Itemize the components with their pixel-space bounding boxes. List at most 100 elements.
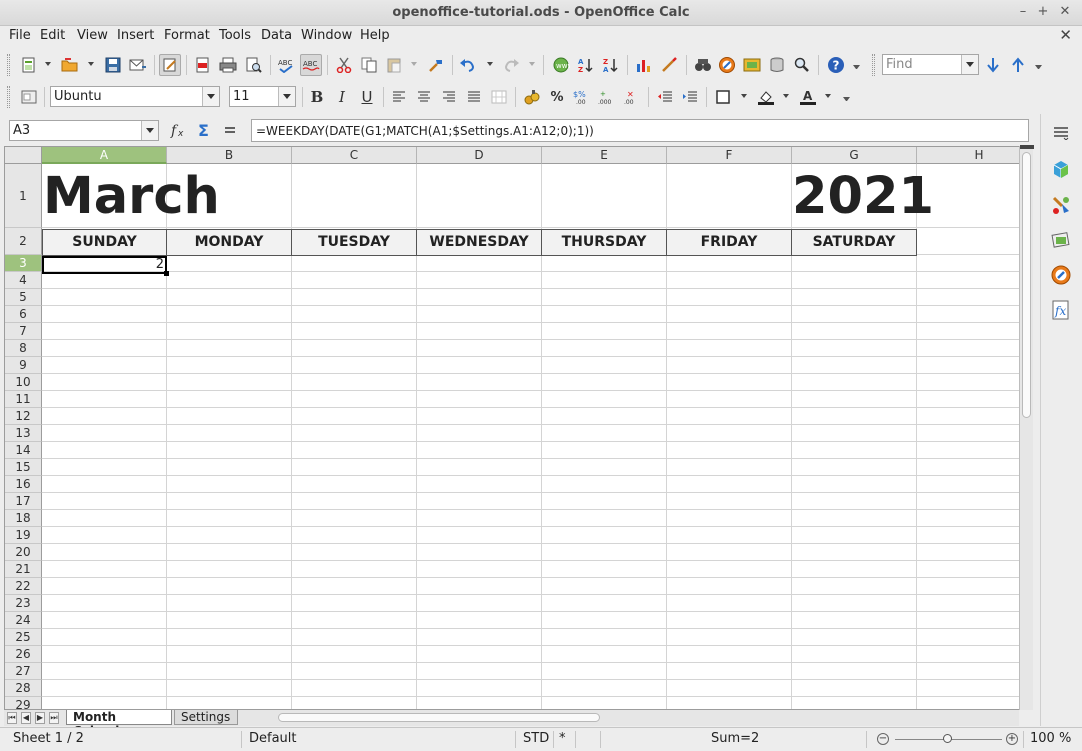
- background-color-dropdown-icon[interactable]: [783, 94, 789, 98]
- row-header-13[interactable]: 13: [5, 425, 42, 442]
- selection-mode[interactable]: STD: [523, 731, 549, 746]
- align-center-icon[interactable]: [413, 86, 435, 108]
- row-header-9[interactable]: 9: [5, 357, 42, 374]
- maximize-button[interactable]: +: [1035, 4, 1051, 20]
- row-header-20[interactable]: 20: [5, 544, 42, 561]
- standard-format-icon[interactable]: $% .00: [571, 86, 593, 108]
- row-header-18[interactable]: 18: [5, 510, 42, 527]
- font-size-dropdown-icon[interactable]: [278, 87, 295, 106]
- font-color-dropdown-icon[interactable]: [825, 94, 831, 98]
- row-header-19[interactable]: 19: [5, 527, 42, 544]
- row-header-25[interactable]: 25: [5, 629, 42, 646]
- weekday-header-sunday[interactable]: SUNDAY: [42, 229, 167, 256]
- email-icon[interactable]: [127, 54, 149, 76]
- underline-button[interactable]: U: [356, 86, 378, 108]
- vertical-scrollbar[interactable]: [1019, 145, 1034, 710]
- formatting-toolbar-overflow-icon[interactable]: [843, 97, 850, 105]
- row-header-3[interactable]: 3: [5, 255, 42, 272]
- row-header-5[interactable]: 5: [5, 289, 42, 306]
- sort-ascending-icon[interactable]: AZ: [575, 54, 597, 76]
- bold-button[interactable]: B: [306, 86, 328, 108]
- row-header-17[interactable]: 17: [5, 493, 42, 510]
- find-toolbar-grip[interactable]: [872, 54, 875, 76]
- row-header-28[interactable]: 28: [5, 680, 42, 697]
- menu-file[interactable]: File: [9, 28, 31, 43]
- sheet-tab-settings[interactable]: Settings: [174, 710, 238, 725]
- row-header-15[interactable]: 15: [5, 459, 42, 476]
- vertical-scroll-thumb[interactable]: [1022, 152, 1031, 418]
- toolbar-grip[interactable]: [7, 86, 10, 108]
- find-dropdown-button[interactable]: [961, 55, 978, 74]
- menu-view[interactable]: View: [77, 28, 108, 43]
- undo-icon[interactable]: [457, 54, 479, 76]
- font-name-dropdown-icon[interactable]: [202, 87, 219, 106]
- data-sources-icon[interactable]: [766, 54, 788, 76]
- font-name-combo[interactable]: Ubuntu: [50, 86, 220, 107]
- selected-cell-a3[interactable]: 2: [42, 256, 167, 274]
- menu-window[interactable]: Window: [301, 28, 352, 43]
- borders-icon[interactable]: [712, 86, 734, 108]
- toolbar-overflow-icon[interactable]: [853, 65, 860, 73]
- add-decimal-icon[interactable]: + .000: [596, 86, 618, 108]
- new-document-icon[interactable]: [18, 54, 40, 76]
- row-header-12[interactable]: 12: [5, 408, 42, 425]
- edit-file-icon[interactable]: [159, 54, 181, 76]
- hyperlink-icon[interactable]: www: [550, 54, 572, 76]
- decrease-indent-icon[interactable]: [654, 86, 676, 108]
- row-header-10[interactable]: 10: [5, 374, 42, 391]
- zoom-slider-knob[interactable]: [943, 734, 952, 743]
- row-header-26[interactable]: 26: [5, 646, 42, 663]
- previous-sheet-button[interactable]: ◀: [21, 712, 31, 724]
- formula-input[interactable]: =WEEKDAY(DATE(G1;MATCH(A1;$Settings.A1:A…: [251, 119, 1029, 142]
- spellcheck-icon[interactable]: ABC: [275, 54, 297, 76]
- column-header-e[interactable]: E: [542, 147, 667, 164]
- borders-dropdown-icon[interactable]: [741, 94, 747, 98]
- menu-tools[interactable]: Tools: [219, 28, 251, 43]
- row-header-21[interactable]: 21: [5, 561, 42, 578]
- column-header-a[interactable]: A: [42, 147, 167, 164]
- column-header-h[interactable]: H: [917, 147, 1019, 164]
- column-header-f[interactable]: F: [667, 147, 792, 164]
- undo-dropdown-icon[interactable]: [487, 62, 493, 66]
- page-style[interactable]: Default: [249, 731, 297, 746]
- autospellcheck-icon[interactable]: ABC: [300, 54, 322, 76]
- row-header-1[interactable]: 1: [5, 164, 42, 228]
- cut-icon[interactable]: [333, 54, 355, 76]
- find-previous-icon[interactable]: [1007, 54, 1029, 76]
- save-icon[interactable]: [102, 54, 124, 76]
- weekday-header-wednesday[interactable]: WEDNESDAY: [417, 229, 542, 256]
- align-left-icon[interactable]: [388, 86, 410, 108]
- minimize-button[interactable]: –: [1015, 4, 1031, 20]
- row-header-8[interactable]: 8: [5, 340, 42, 357]
- menu-format[interactable]: Format: [164, 28, 210, 43]
- select-all-corner[interactable]: [5, 147, 42, 164]
- chart-icon[interactable]: [633, 54, 655, 76]
- weekday-header-saturday[interactable]: SATURDAY: [792, 229, 917, 256]
- zoom-level[interactable]: 100 %: [1030, 731, 1071, 746]
- weekday-header-thursday[interactable]: THURSDAY: [542, 229, 667, 256]
- find-next-icon[interactable]: [982, 54, 1004, 76]
- weekday-header-tuesday[interactable]: TUESDAY: [292, 229, 417, 256]
- font-color-icon[interactable]: A: [797, 86, 819, 108]
- page-preview-icon[interactable]: [243, 54, 265, 76]
- row-header-2[interactable]: 2: [5, 228, 42, 255]
- print-icon[interactable]: [217, 54, 239, 76]
- functions-sidebar-icon[interactable]: fx: [1050, 299, 1072, 321]
- export-pdf-icon[interactable]: [192, 54, 214, 76]
- properties-icon[interactable]: [1050, 159, 1072, 181]
- styles-formatting-icon[interactable]: [18, 86, 40, 108]
- row-header-4[interactable]: 4: [5, 272, 42, 289]
- row-header-11[interactable]: 11: [5, 391, 42, 408]
- row-header-27[interactable]: 27: [5, 663, 42, 680]
- row-header-16[interactable]: 16: [5, 476, 42, 493]
- gallery-sidebar-icon[interactable]: [1050, 229, 1072, 251]
- column-header-b[interactable]: B: [167, 147, 292, 164]
- currency-format-icon[interactable]: [521, 86, 543, 108]
- find-toolbar-overflow-icon[interactable]: [1035, 65, 1042, 73]
- percent-format-icon[interactable]: %: [546, 86, 568, 108]
- weekday-header-monday[interactable]: MONDAY: [167, 229, 292, 256]
- clone-formatting-icon[interactable]: [425, 54, 447, 76]
- help-icon[interactable]: ?: [825, 54, 847, 76]
- open-folder-icon[interactable]: [59, 54, 81, 76]
- navigator-sidebar-icon[interactable]: [1050, 264, 1072, 286]
